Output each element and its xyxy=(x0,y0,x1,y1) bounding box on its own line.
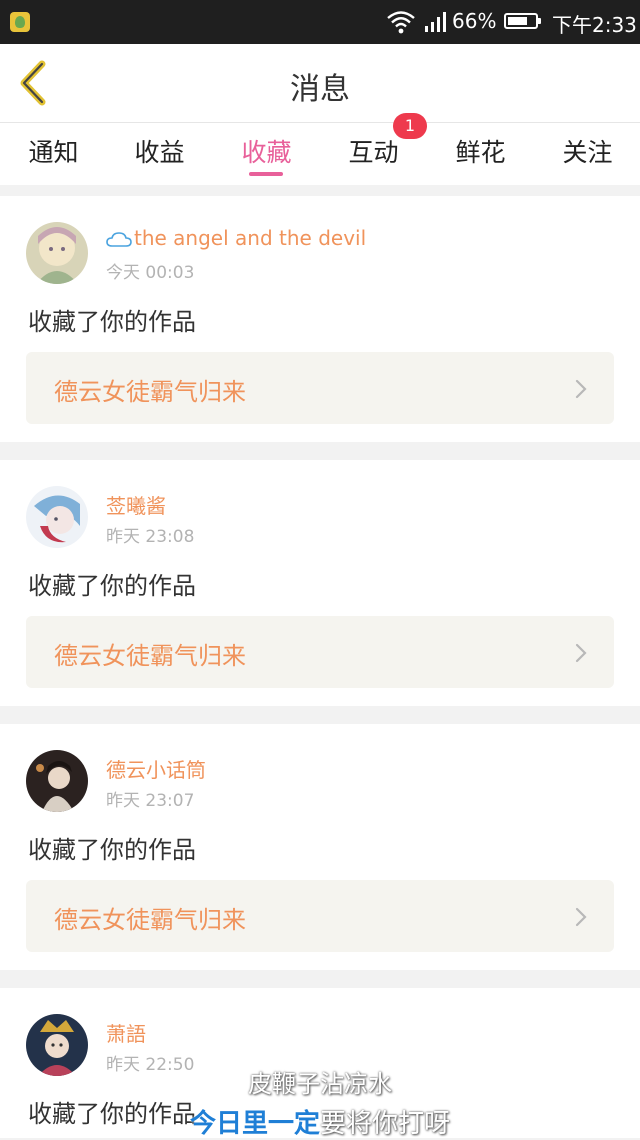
chevron-right-icon xyxy=(575,379,587,399)
action-text: 收藏了你的作品 xyxy=(28,572,196,600)
header: 消息 xyxy=(0,44,640,123)
app-icon xyxy=(10,12,30,32)
work-link[interactable]: 德云女徒霸气归来 xyxy=(26,352,614,424)
signal-icon xyxy=(425,12,446,32)
avatar[interactable] xyxy=(26,222,88,284)
cloud-icon xyxy=(106,232,132,247)
chevron-right-icon xyxy=(575,643,587,663)
user-name-text: the angel and the devil xyxy=(134,226,367,250)
timestamp: 今天 00:03 xyxy=(106,263,195,283)
clock: 下午2:33 xyxy=(552,13,637,37)
notification-card: 德云小话筒 昨天 23:07 收藏了你的作品 德云女徒霸气归来 xyxy=(0,724,640,970)
page-title: 消息 xyxy=(290,72,350,107)
chevron-right-icon xyxy=(575,907,587,927)
status-bar: 66% 下午2:33 xyxy=(0,0,640,44)
work-link[interactable]: 德云女徒霸气归来 xyxy=(26,880,614,952)
tab-following[interactable]: 关注 xyxy=(534,133,640,169)
tab-earnings[interactable]: 收益 xyxy=(106,133,213,169)
battery-icon xyxy=(504,13,541,29)
user-name[interactable]: the angel and the devil xyxy=(106,226,366,250)
avatar[interactable] xyxy=(26,750,88,812)
wifi-icon xyxy=(387,11,415,34)
user-name[interactable]: 德云小话筒 xyxy=(106,754,206,783)
avatar[interactable] xyxy=(26,486,88,548)
work-title: 德云女徒霸气归来 xyxy=(54,906,246,934)
subtitle-line-1: 皮鞭子沾凉水 xyxy=(248,1070,392,1098)
timestamp: 昨天 23:07 xyxy=(106,791,195,811)
user-name[interactable]: 莶曦酱 xyxy=(106,490,166,519)
notification-card: the angel and the devil 今天 00:03 收藏了你的作品… xyxy=(0,196,640,442)
tab-bar: 通知 收益 收藏 互动 鲜花 关注 xyxy=(0,123,640,185)
action-text: 收藏了你的作品 xyxy=(28,308,196,336)
subtitle-line-2: 今日里一定要将你打呀 xyxy=(0,1103,640,1140)
subtitle-rest: 要将你打呀 xyxy=(320,1109,451,1139)
tab-notifications[interactable]: 通知 xyxy=(0,133,107,169)
timestamp: 昨天 23:08 xyxy=(106,527,195,547)
action-text: 收藏了你的作品 xyxy=(28,836,196,864)
battery-percentage: 66% xyxy=(452,9,497,33)
work-link[interactable]: 德云女徒霸气归来 xyxy=(26,616,614,688)
interactions-badge: 1 xyxy=(393,113,427,139)
work-title: 德云女徒霸气归来 xyxy=(54,642,246,670)
notification-card: 莶曦酱 昨天 23:08 收藏了你的作品 德云女徒霸气归来 xyxy=(0,460,640,706)
tab-favorites[interactable]: 收藏 xyxy=(213,133,320,169)
user-name[interactable]: 萧語 xyxy=(106,1018,146,1047)
subtitle-highlight: 今日里一定 xyxy=(189,1109,320,1139)
tab-flowers[interactable]: 鲜花 xyxy=(427,133,534,169)
work-title: 德云女徒霸气归来 xyxy=(54,378,246,406)
active-tab-indicator xyxy=(249,172,283,176)
